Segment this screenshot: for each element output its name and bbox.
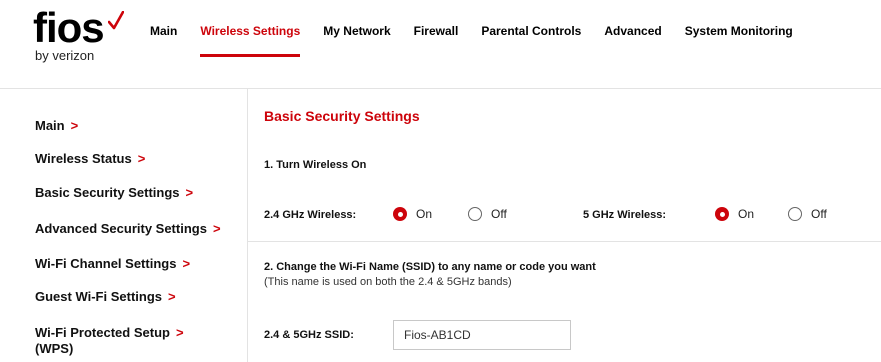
chevron-right-icon: > bbox=[137, 151, 146, 166]
sidebar-item-wifi-channel[interactable]: Wi-Fi Channel Settings > bbox=[35, 256, 190, 272]
chevron-right-icon: > bbox=[182, 256, 191, 271]
nav-tab-firewall[interactable]: Firewall bbox=[414, 24, 459, 38]
logo-subtitle: by verizon bbox=[35, 48, 95, 63]
checkmark-icon bbox=[108, 11, 124, 30]
ssid-input[interactable] bbox=[393, 320, 571, 350]
sidebar-item-label: Advanced Security Settings bbox=[35, 221, 207, 236]
chevron-right-icon: > bbox=[212, 221, 221, 236]
main-content: Basic Security Settings 1. Turn Wireless… bbox=[248, 89, 881, 362]
wireless-5-off-radio[interactable]: Off bbox=[788, 207, 827, 221]
sidebar-item-advanced-security[interactable]: Advanced Security Settings > bbox=[35, 221, 221, 237]
radio-unselected-icon bbox=[788, 207, 802, 221]
sidebar-item-label: Wireless Status bbox=[35, 151, 132, 166]
nav-tab-advanced[interactable]: Advanced bbox=[604, 24, 661, 38]
chevron-right-icon: > bbox=[168, 289, 176, 304]
sidebar-item-label: Basic Security Settings bbox=[35, 185, 180, 200]
page-title: Basic Security Settings bbox=[264, 108, 420, 124]
sidebar-item-label: Wi-Fi Channel Settings bbox=[35, 256, 177, 271]
sidebar-item-label-line2: (WPS) bbox=[35, 341, 74, 356]
wireless-24-label: 2.4 GHz Wireless: bbox=[264, 209, 357, 221]
chevron-right-icon: > bbox=[185, 185, 194, 200]
sidebar-item-guest-wifi[interactable]: Guest Wi-Fi Settings > bbox=[35, 289, 176, 305]
radio-label: Off bbox=[491, 207, 507, 221]
chevron-right-icon: > bbox=[175, 325, 184, 340]
sidebar-item-main[interactable]: Main > bbox=[35, 118, 78, 134]
wireless-24-off-radio[interactable]: Off bbox=[468, 207, 507, 221]
radio-selected-icon bbox=[715, 207, 729, 221]
main-nav: Main Wireless Settings My Network Firewa… bbox=[150, 24, 816, 57]
wireless-5-label: 5 GHz Wireless: bbox=[583, 209, 667, 221]
sidebar-item-wireless-status[interactable]: Wireless Status > bbox=[35, 151, 145, 167]
sidebar-item-wps[interactable]: Wi-Fi Protected Setup > (WPS) bbox=[35, 325, 184, 357]
sidebar-item-label: Wi-Fi Protected Setup bbox=[35, 325, 170, 340]
nav-tab-parental-controls[interactable]: Parental Controls bbox=[481, 24, 581, 38]
nav-tab-wireless-settings[interactable]: Wireless Settings bbox=[200, 24, 300, 57]
radio-label: Off bbox=[811, 207, 827, 221]
step2-heading: 2. Change the Wi-Fi Name (SSID) to any n… bbox=[264, 261, 596, 273]
section-divider bbox=[248, 241, 881, 242]
sidebar-item-basic-security[interactable]: Basic Security Settings > bbox=[35, 185, 193, 201]
wireless-24-on-radio[interactable]: On bbox=[393, 207, 432, 221]
logo-wordmark: fios bbox=[33, 4, 105, 51]
top-header: fios by verizon Main Wireless Settings M… bbox=[0, 0, 881, 89]
radio-label: On bbox=[416, 207, 433, 221]
ssid-label: 2.4 & 5GHz SSID: bbox=[264, 329, 354, 341]
nav-tab-main[interactable]: Main bbox=[150, 24, 177, 38]
wireless-5-on-radio[interactable]: On bbox=[715, 207, 754, 221]
radio-unselected-icon bbox=[468, 207, 482, 221]
nav-tab-my-network[interactable]: My Network bbox=[323, 24, 390, 38]
nav-tab-system-monitoring[interactable]: System Monitoring bbox=[685, 24, 793, 38]
step1-heading: 1. Turn Wireless On bbox=[264, 159, 367, 171]
radio-selected-icon bbox=[393, 207, 407, 221]
step2-note: (This name is used on both the 2.4 & 5GH… bbox=[264, 276, 512, 288]
sidebar-item-label: Guest Wi-Fi Settings bbox=[35, 289, 162, 304]
radio-label: On bbox=[738, 207, 755, 221]
sidebar: Main > Wireless Status > Basic Security Se… bbox=[0, 89, 248, 362]
chevron-right-icon: > bbox=[70, 118, 79, 133]
sidebar-item-label: Main bbox=[35, 118, 65, 133]
fios-logo[interactable]: fios by verizon bbox=[33, 7, 128, 63]
